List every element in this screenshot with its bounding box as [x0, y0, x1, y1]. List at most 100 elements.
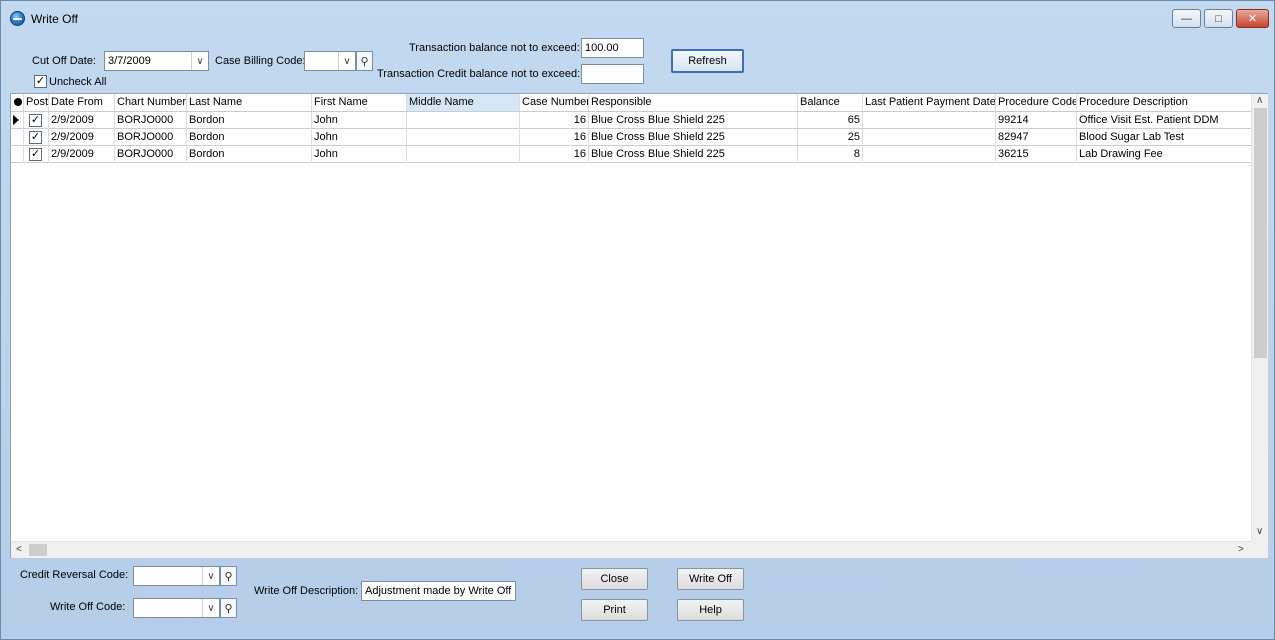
- date-from-cell[interactable]: 2/9/2009: [49, 146, 115, 163]
- vertical-scrollbar[interactable]: ∧ ∨: [1251, 94, 1268, 541]
- post-checkbox[interactable]: ✓: [29, 131, 42, 144]
- table-row[interactable]: ✓ 2/9/2009 BORJO000 Bordon John 16 Blue …: [11, 112, 1251, 129]
- uncheck-all-label: Uncheck All: [49, 76, 107, 88]
- credit-reversal-lookup-icon[interactable]: ⚲: [220, 566, 237, 586]
- row-selector[interactable]: [11, 129, 24, 146]
- grid-header: Post Date From Chart Number Last Name Fi…: [11, 94, 1251, 112]
- refresh-button[interactable]: Refresh: [671, 49, 744, 73]
- middle-name-cell[interactable]: [407, 146, 520, 163]
- horizontal-scrollbar[interactable]: < >: [11, 541, 1251, 558]
- uncheck-all-checkbox[interactable]: ✓: [34, 75, 47, 88]
- last-payment-date-cell[interactable]: [863, 112, 996, 129]
- chevron-down-icon[interactable]: ∨: [202, 567, 219, 585]
- column-header-procedure-code[interactable]: Procedure Code: [996, 94, 1077, 111]
- date-from-cell[interactable]: 2/9/2009: [49, 112, 115, 129]
- middle-name-cell[interactable]: [407, 112, 520, 129]
- column-header-chart-number[interactable]: Chart Number: [115, 94, 187, 111]
- first-name-cell[interactable]: John: [312, 146, 407, 163]
- txn-credit-input[interactable]: [581, 64, 644, 84]
- chart-number-cell[interactable]: BORJO000: [115, 129, 187, 146]
- cutoff-date-field[interactable]: 3/7/2009 ∨: [104, 51, 209, 71]
- balance-cell[interactable]: 65: [798, 112, 863, 129]
- first-name-cell[interactable]: John: [312, 112, 407, 129]
- write-off-code-field[interactable]: ∨: [133, 598, 220, 618]
- horizontal-scroll-thumb[interactable]: [29, 544, 47, 556]
- responsible-cell[interactable]: Blue Cross Blue Shield 225: [589, 146, 798, 163]
- write-off-button[interactable]: Write Off: [677, 568, 744, 590]
- minimize-button[interactable]: —: [1172, 9, 1201, 28]
- last-name-cell[interactable]: Bordon: [187, 146, 312, 163]
- last-payment-date-cell[interactable]: [863, 129, 996, 146]
- first-name-cell[interactable]: John: [312, 129, 407, 146]
- responsible-cell[interactable]: Blue Cross Blue Shield 225: [589, 112, 798, 129]
- record-indicator-icon: [14, 98, 22, 106]
- balance-cell[interactable]: 25: [798, 129, 863, 146]
- last-name-cell[interactable]: Bordon: [187, 112, 312, 129]
- post-cell[interactable]: ✓: [24, 129, 49, 146]
- txn-balance-label: Transaction balance not to exceed:: [409, 42, 580, 54]
- scroll-left-icon[interactable]: <: [16, 544, 22, 555]
- chevron-down-icon[interactable]: ∨: [202, 599, 219, 617]
- chart-number-cell[interactable]: BORJO000: [115, 112, 187, 129]
- txn-credit-label: Transaction Credit balance not to exceed…: [377, 68, 581, 80]
- date-from-cell[interactable]: 2/9/2009: [49, 129, 115, 146]
- scroll-down-icon[interactable]: ∨: [1256, 526, 1263, 537]
- window-title: Write Off: [31, 12, 78, 26]
- help-button[interactable]: Help: [677, 599, 744, 621]
- write-off-description-input[interactable]: Adjustment made by Write Off: [361, 581, 516, 601]
- column-header-date-from[interactable]: Date From: [49, 94, 115, 111]
- close-window-button[interactable]: ✕: [1236, 9, 1269, 28]
- write-off-code-label: Write Off Code:: [50, 601, 126, 613]
- cutoff-date-value: 3/7/2009: [108, 55, 151, 67]
- procedure-description-cell[interactable]: Blood Sugar Lab Test: [1077, 129, 1251, 146]
- last-name-cell[interactable]: Bordon: [187, 129, 312, 146]
- column-header-middle-name[interactable]: Middle Name: [407, 94, 520, 111]
- balance-cell[interactable]: 8: [798, 146, 863, 163]
- chart-number-cell[interactable]: BORJO000: [115, 146, 187, 163]
- procedure-description-cell[interactable]: Lab Drawing Fee: [1077, 146, 1251, 163]
- write-off-grid[interactable]: Post Date From Chart Number Last Name Fi…: [10, 93, 1268, 558]
- procedure-description-cell[interactable]: Office Visit Est. Patient DDM: [1077, 112, 1251, 129]
- txn-balance-input[interactable]: 100.00: [581, 38, 644, 58]
- case-billing-code-field[interactable]: ∨: [304, 51, 356, 71]
- close-button[interactable]: Close: [581, 568, 648, 590]
- case-number-cell[interactable]: 16: [520, 146, 589, 163]
- title-bar: Write Off — □ ✕: [1, 1, 1274, 35]
- post-checkbox[interactable]: ✓: [29, 114, 42, 127]
- table-row[interactable]: ✓ 2/9/2009 BORJO000 Bordon John 16 Blue …: [11, 129, 1251, 146]
- column-header-last-name[interactable]: Last Name: [187, 94, 312, 111]
- write-off-window: Write Off — □ ✕ Cut Off Date: 3/7/2009 ∨…: [0, 0, 1275, 640]
- print-button[interactable]: Print: [581, 599, 648, 621]
- cutoff-date-label: Cut Off Date:: [32, 55, 96, 67]
- row-selector[interactable]: [11, 112, 24, 129]
- maximize-button[interactable]: □: [1204, 9, 1233, 28]
- scroll-up-icon[interactable]: ∧: [1256, 95, 1263, 106]
- responsible-cell[interactable]: Blue Cross Blue Shield 225: [589, 129, 798, 146]
- write-off-code-lookup-icon[interactable]: ⚲: [220, 598, 237, 618]
- column-header-last-payment-date[interactable]: Last Patient Payment Date: [863, 94, 996, 111]
- credit-reversal-code-field[interactable]: ∨: [133, 566, 220, 586]
- chevron-down-icon[interactable]: ∨: [338, 52, 355, 70]
- vertical-scroll-thumb[interactable]: [1254, 108, 1267, 358]
- table-row[interactable]: ✓ 2/9/2009 BORJO000 Bordon John 16 Blue …: [11, 146, 1251, 163]
- procedure-code-cell[interactable]: 36215: [996, 146, 1077, 163]
- column-header-post[interactable]: Post: [24, 94, 49, 111]
- post-cell[interactable]: ✓: [24, 146, 49, 163]
- column-header-balance[interactable]: Balance: [798, 94, 863, 111]
- case-number-cell[interactable]: 16: [520, 129, 589, 146]
- scroll-right-icon[interactable]: >: [1238, 544, 1244, 555]
- column-header-case-number[interactable]: Case Number: [520, 94, 589, 111]
- column-header-responsible[interactable]: Responsible: [589, 94, 798, 111]
- post-checkbox[interactable]: ✓: [29, 148, 42, 161]
- column-header-procedure-description[interactable]: Procedure Description: [1077, 94, 1251, 111]
- chevron-down-icon[interactable]: ∨: [191, 52, 208, 70]
- row-selector[interactable]: [11, 146, 24, 163]
- column-header-first-name[interactable]: First Name: [312, 94, 407, 111]
- case-billing-lookup-icon[interactable]: ⚲: [356, 51, 373, 71]
- procedure-code-cell[interactable]: 82947: [996, 129, 1077, 146]
- case-number-cell[interactable]: 16: [520, 112, 589, 129]
- last-payment-date-cell[interactable]: [863, 146, 996, 163]
- middle-name-cell[interactable]: [407, 129, 520, 146]
- post-cell[interactable]: ✓: [24, 112, 49, 129]
- procedure-code-cell[interactable]: 99214: [996, 112, 1077, 129]
